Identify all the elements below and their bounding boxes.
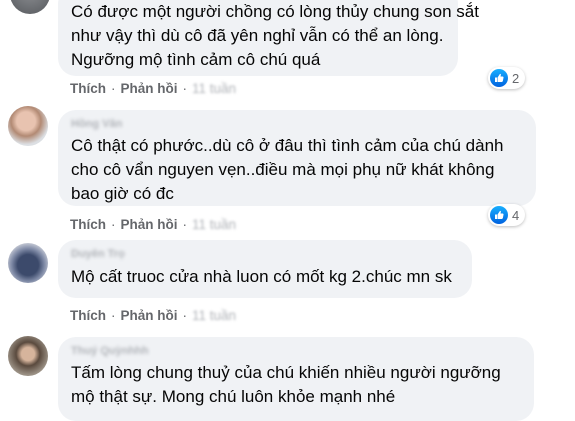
separator-dot: · <box>182 217 188 232</box>
comment-text-line: Có được một người chồng có lòng thủy chu… <box>71 2 479 21</box>
reply-button[interactable]: Phản hồi <box>121 308 178 323</box>
separator-dot: · <box>182 81 188 96</box>
comment-text-line: Mộ cất truoc cửa nhà luon có mốt kg 2.ch… <box>71 267 452 286</box>
avatar[interactable] <box>8 336 48 376</box>
like-button[interactable]: Thích <box>70 217 106 232</box>
comment-actions: Thích · Phản hồi · 11 tuần <box>70 308 236 323</box>
like-icon <box>490 206 508 224</box>
comment-timestamp[interactable]: 11 tuần <box>192 308 236 323</box>
comment-text-line: cho cô vẩn nguyen vẹn..điều mà mọi phụ n… <box>71 160 495 179</box>
comment-text-line: Cô thật có phước..dù cô ở đâu thì tình c… <box>71 136 504 155</box>
comment-bubble: Có được một người chồng có lòng thủy chu… <box>58 0 479 76</box>
reaction-summary[interactable]: 4 <box>488 204 526 226</box>
comment-text-line: Ngưỡng mộ tình cảm cô chú quá <box>71 50 321 69</box>
reaction-count: 2 <box>512 70 520 86</box>
separator-dot: · <box>111 81 116 96</box>
avatar[interactable] <box>8 106 48 146</box>
comment-author[interactable]: Hồng Vân <box>71 118 122 130</box>
comment-timestamp[interactable]: 11 tuần <box>192 217 236 232</box>
comment-bubble: Duyên Trọ Mộ cất truoc cửa nhà luon có m… <box>58 240 472 298</box>
reaction-summary[interactable]: 2 <box>488 67 526 89</box>
comment-bubble: Hồng Vân Cô thật có phước..dù cô ở đâu t… <box>58 110 536 206</box>
comment-text-line: mộ thật sự. Mong chú luôn khỏe mạnh nhé <box>71 387 396 406</box>
like-icon <box>490 69 508 87</box>
comment-bubble: Thuý Quỳnhhh Tấm lòng chung thuỷ của chú… <box>58 337 534 421</box>
separator-dot: · <box>182 308 188 323</box>
comment-author[interactable]: Thuý Quỳnhhh <box>71 345 149 357</box>
separator-dot: · <box>111 217 116 232</box>
like-button[interactable]: Thích <box>70 308 106 323</box>
comment-actions: Thích · Phản hồi · 11 tuần <box>70 217 236 232</box>
separator-dot: · <box>111 308 116 323</box>
reply-button[interactable]: Phản hồi <box>121 81 178 96</box>
comment-text-line: bao giờ có đc <box>71 184 174 203</box>
avatar[interactable] <box>8 243 48 283</box>
comment-text-line: Tấm lòng chung thuỷ của chú khiến nhiều … <box>71 363 501 382</box>
comment-timestamp[interactable]: 11 tuần <box>192 81 236 96</box>
comment-actions: Thích · Phản hồi · 11 tuần <box>70 81 236 96</box>
reply-button[interactable]: Phản hồi <box>121 217 178 232</box>
avatar[interactable] <box>10 0 50 14</box>
reaction-count: 4 <box>512 207 520 223</box>
comment-author[interactable]: Duyên Trọ <box>71 248 125 260</box>
like-button[interactable]: Thích <box>70 81 106 96</box>
comment-text-line: như vậy thì dù cô đã yên nghỉ vẫn có thể… <box>71 26 444 45</box>
